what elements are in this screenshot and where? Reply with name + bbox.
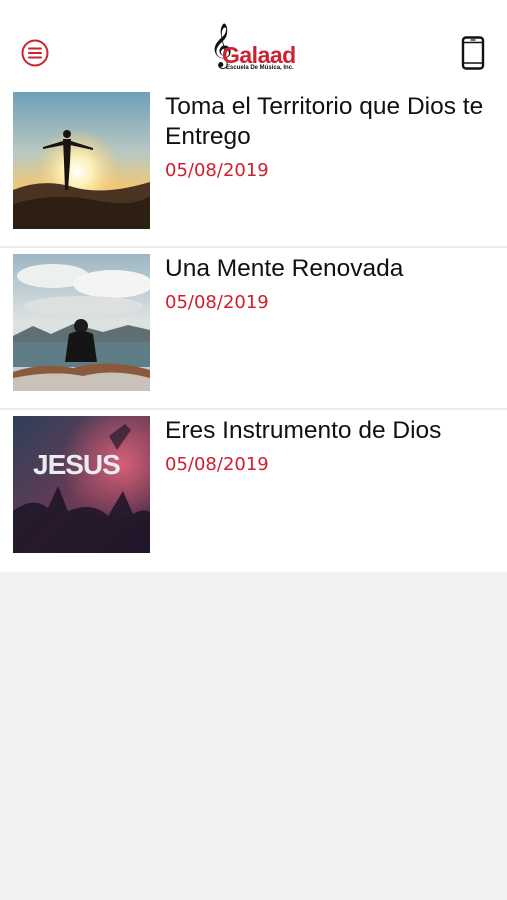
item-date: 05/08/2019 bbox=[165, 160, 269, 181]
app-header: 𝄞 Galaad Escuela De Música, Inc. bbox=[0, 0, 507, 86]
item-date: 05/08/2019 bbox=[165, 454, 269, 475]
item-thumbnail bbox=[13, 254, 150, 391]
item-title: Eres Instrumento de Dios bbox=[165, 417, 442, 444]
device-button[interactable] bbox=[461, 36, 485, 70]
menu-button[interactable] bbox=[20, 38, 50, 68]
list-item[interactable]: Toma el Territorio que Dios te Entrego 0… bbox=[0, 86, 507, 248]
app-logo: 𝄞 Galaad Escuela De Música, Inc. bbox=[206, 26, 306, 76]
item-title: Toma el Territorio que Dios te Entrego bbox=[165, 93, 484, 150]
list-item[interactable]: JESUS Eres Instrumento de Dios 05/08/201… bbox=[0, 410, 507, 572]
list-item[interactable]: Una Mente Renovada 05/08/2019 bbox=[0, 248, 507, 410]
item-thumbnail bbox=[13, 92, 150, 229]
thumbnail-text: JESUS bbox=[33, 449, 120, 480]
item-title: Una Mente Renovada bbox=[165, 255, 404, 282]
smartphone-icon bbox=[461, 36, 485, 70]
item-thumbnail: JESUS bbox=[13, 416, 150, 553]
hamburger-circle-icon bbox=[21, 39, 49, 67]
sermon-list: Toma el Territorio que Dios te Entrego 0… bbox=[0, 86, 507, 572]
logo-name: Galaad bbox=[222, 42, 296, 68]
item-date: 05/08/2019 bbox=[165, 292, 269, 313]
logo-subtitle: Escuela De Música, Inc. bbox=[226, 65, 294, 71]
